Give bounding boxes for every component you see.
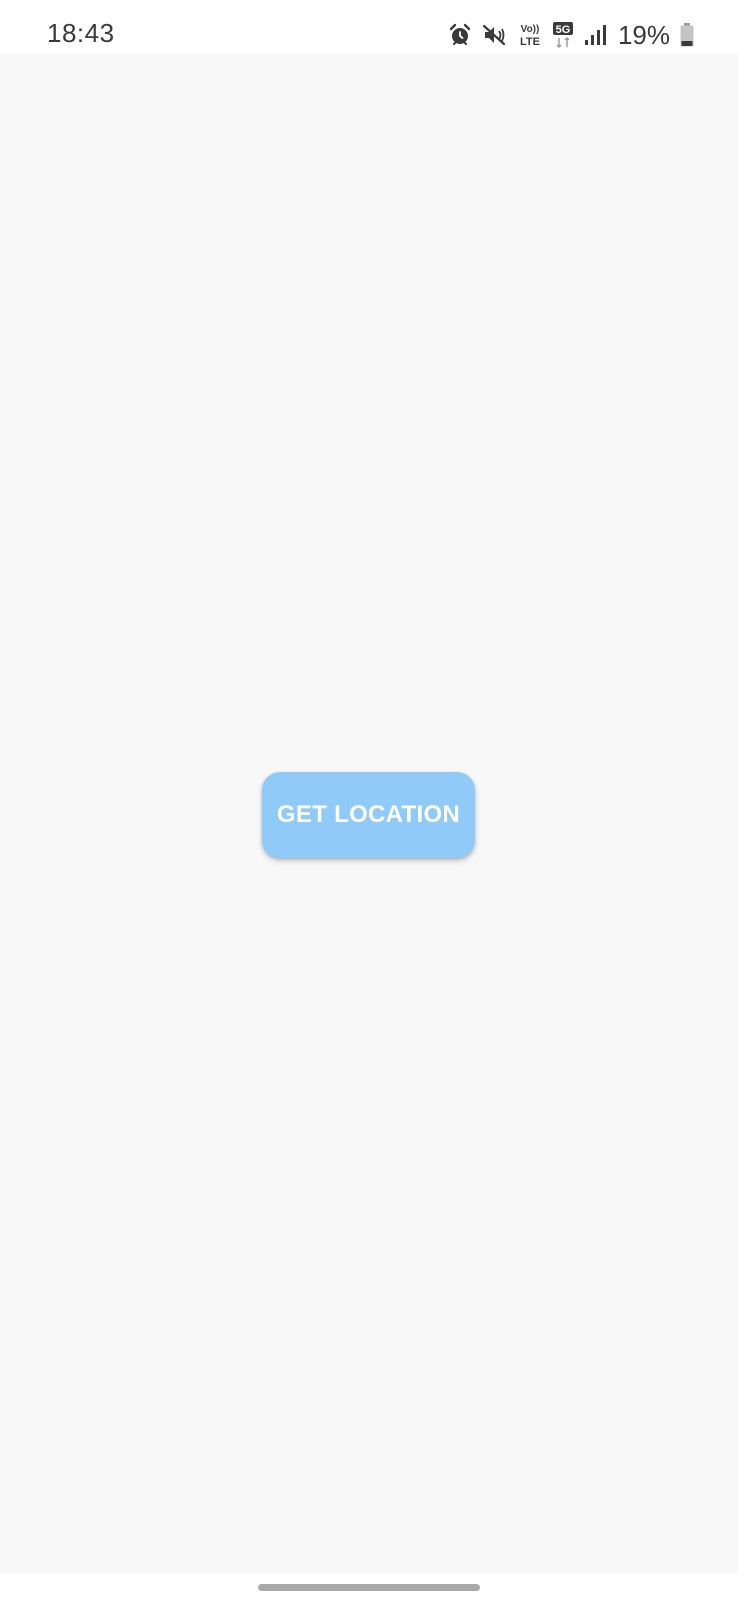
- status-time: 18:43: [47, 18, 115, 48]
- navigation-bar: [0, 1574, 738, 1600]
- home-indicator[interactable]: [258, 1584, 480, 1591]
- network-type-label: 5G: [556, 24, 571, 36]
- signal-icon: [584, 23, 606, 47]
- alarm-icon: [448, 23, 472, 47]
- battery-percent: 19%: [617, 19, 670, 50]
- app-screen: 18:43 Vo)) LTE 5G 19% GET LOCATION: [0, 0, 738, 1600]
- battery-icon: [680, 23, 694, 47]
- mute-icon: [482, 23, 508, 47]
- status-bar: 18:43 Vo)) LTE 5G 19%: [0, 0, 738, 54]
- 5g-icon: 5G: [552, 21, 574, 49]
- volte-icon: Vo)) LTE: [518, 22, 542, 48]
- status-icons: Vo)) LTE 5G 19%: [448, 20, 694, 50]
- volte-bottom-label: LTE: [520, 36, 540, 48]
- main-content: GET LOCATION: [0, 54, 738, 1574]
- get-location-button[interactable]: GET LOCATION: [262, 772, 475, 858]
- volte-top-label: Vo)): [521, 24, 540, 35]
